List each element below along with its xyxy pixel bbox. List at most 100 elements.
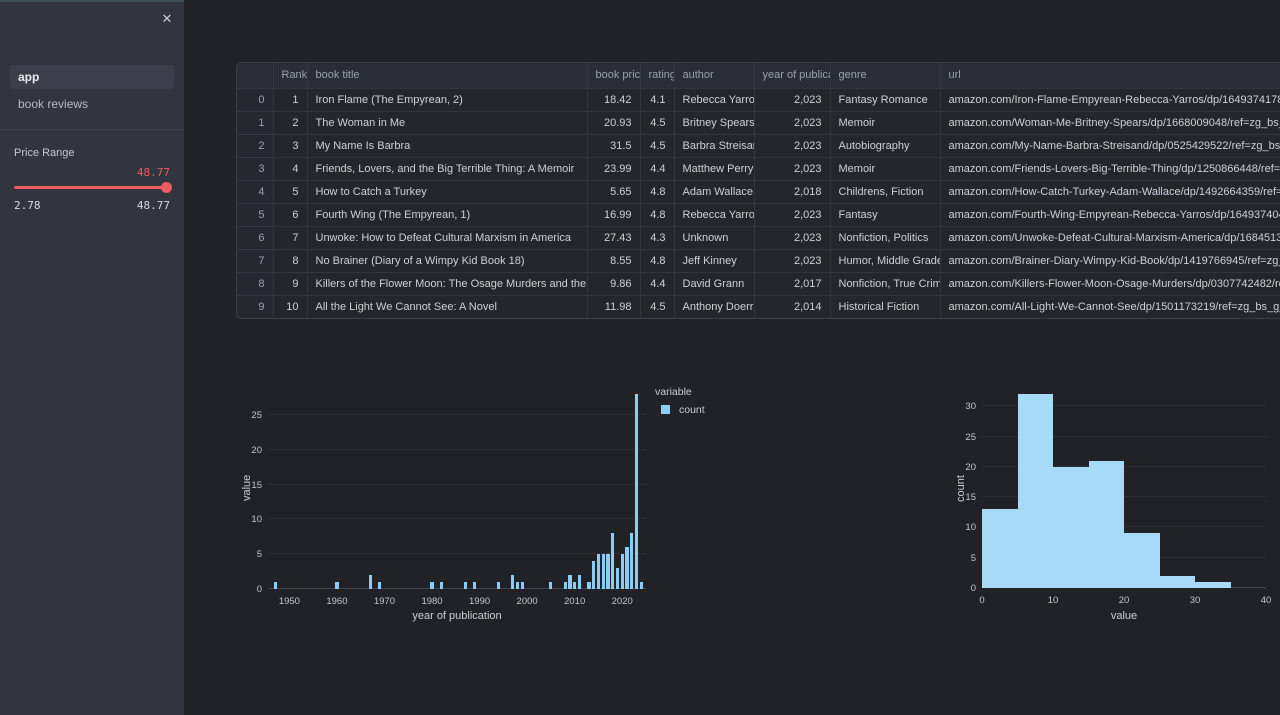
bar-2005 [549,582,553,589]
table-row: 1 2 The Woman in Me 20.93 4.5 Britney Spears 2… [237,110,1280,134]
cell-rating: 4.5 [639,133,674,157]
y-tick-label: 10 [965,522,976,534]
bar-2017 [606,554,610,589]
cell-book-title: Friends, Lovers, and the Big Terrible Th… [306,156,587,180]
bar-1960 [335,582,339,589]
value-histogram-plot[interactable] [982,385,1266,588]
bar-2020 [620,554,624,589]
slider-current-value: 48.77 [136,166,170,179]
bar-1999 [520,582,524,589]
slider-minmax: 2.78 48.77 [14,199,170,212]
cell-rating: 4.4 [639,156,674,180]
hist-bin-10-15 [1053,466,1089,588]
value-histogram-chart: count value 0 5 10 15 20 25 30 0 10 20 30 40 [940,380,1280,628]
bar-2014 [592,561,596,589]
gridline [268,413,646,415]
cell-url: amazon.com/Friends-Lovers-Big-Terrible-T… [939,156,1280,180]
cell-year-of-publication: 2,023 [753,156,830,180]
bar-1982 [439,582,444,589]
y-tick-label: 20 [965,461,976,473]
close-icon: ✕ [161,11,173,26]
cell-genre: Historical Fiction [829,294,940,318]
hist-bin-20-25 [1124,533,1160,588]
cell-index: 2 [237,133,273,157]
sidebar-divider [0,129,184,130]
legend: variable count [655,386,705,416]
cell-year-of-publication: 2,018 [753,179,830,203]
cell-book-title: How to Catch a Turkey [306,179,587,203]
cell-url: amazon.com/Killers-Flower-Moon-Osage-Mur… [939,271,1280,295]
cell-year-of-publication: 2,023 [753,110,830,134]
legend-entry-count[interactable]: count [655,404,705,416]
cell-genre: Humor, Middle Grade [829,248,940,272]
x-tick-label: 1970 [373,596,396,607]
cell-author: Matthew Perry [673,156,754,180]
cell-author: Britney Spears [673,110,754,134]
y-tick-label: 5 [970,552,976,564]
x-tick-label: 0 [979,595,985,606]
gridline [268,448,646,450]
cell-book-price: 8.55 [586,248,640,272]
column-header-year-of-publication: year of publication [753,63,830,88]
hist-bin-30-35 [1195,581,1231,588]
price-range-slider[interactable] [14,181,172,193]
sidebar-item-book-reviews[interactable]: book reviews [10,89,174,116]
slider-handle[interactable] [161,182,172,193]
cell-author: David Grann [673,271,754,295]
cell-genre: Nonfiction, True Crime [829,271,940,295]
cell-index: 8 [237,271,273,295]
bar-1989 [473,582,477,589]
cell-url: amazon.com/Fourth-Wing-Empyrean-Rebecca-… [939,202,1280,226]
column-header-rating: rating [639,63,674,88]
cell-rank: 1 [272,87,307,111]
sidebar-item-app[interactable]: app [10,65,174,89]
table-row: 8 9 Killers of the Flower Moon: The Osage … [237,271,1280,295]
legend-entry-label: count [679,404,705,416]
y-tick-label: 10 [251,514,262,526]
legend-swatch [661,405,670,414]
cell-book-title: Killers of the Flower Moon: The Osage Mu… [306,271,587,295]
bar-1969 [378,582,382,589]
price-range-widget: Price Range 48.77 2.78 48.77 [14,147,172,212]
bar-1947 [273,582,277,589]
slider-max-label: 48.77 [136,199,170,212]
bar-1967 [368,575,372,589]
books-table: Rankbook titlebook priceratingauthoryear… [236,62,1280,319]
cell-index: 9 [237,294,273,318]
cell-book-title: Unwoke: How to Defeat Cultural Marxism i… [306,225,587,249]
cell-index: 1 [237,110,273,134]
slider-track[interactable] [14,186,170,189]
y-tick-label: 5 [256,549,262,561]
cell-book-title: My Name Is Barbra [306,133,587,157]
bar-1994 [497,582,501,589]
bar-1997 [511,575,515,589]
bar-2024 [639,582,643,589]
y-tick-label: 0 [256,584,262,595]
year-histogram-plot[interactable] [268,385,646,589]
cell-author: Rebecca Yarros [673,202,754,226]
close-sidebar-button[interactable]: ✕ [157,9,177,29]
cell-rating: 4.8 [639,179,674,203]
y-tick-label: 20 [251,444,262,456]
cell-book-title: Fourth Wing (The Empyrean, 1) [306,202,587,226]
table-row: 2 3 My Name Is Barbra 31.5 4.5 Barbra Streisa… [237,133,1280,157]
x-axis-title: value [1110,610,1138,622]
bar-2023 [634,394,639,589]
cell-index: 3 [237,156,273,180]
cell-year-of-publication: 2,023 [753,202,830,226]
cell-rank: 5 [272,179,307,203]
books-table-grid: Rankbook titlebook priceratingauthoryear… [237,63,1280,318]
y-tick-label: 25 [251,409,262,421]
cell-year-of-publication: 2,023 [753,225,830,249]
cell-year-of-publication: 2,023 [753,133,830,157]
x-tick-label: 1960 [326,596,348,607]
bar-2013 [587,582,591,589]
cell-rank: 8 [272,248,307,272]
cell-book-price: 16.99 [586,202,640,226]
column-header-index [237,63,273,88]
cell-author: Unknown [673,225,754,249]
bar-2021 [625,547,629,589]
hist-bin-25-30 [1159,575,1195,588]
bar-1998 [516,582,520,589]
x-axis-title: year of publication [412,610,502,622]
